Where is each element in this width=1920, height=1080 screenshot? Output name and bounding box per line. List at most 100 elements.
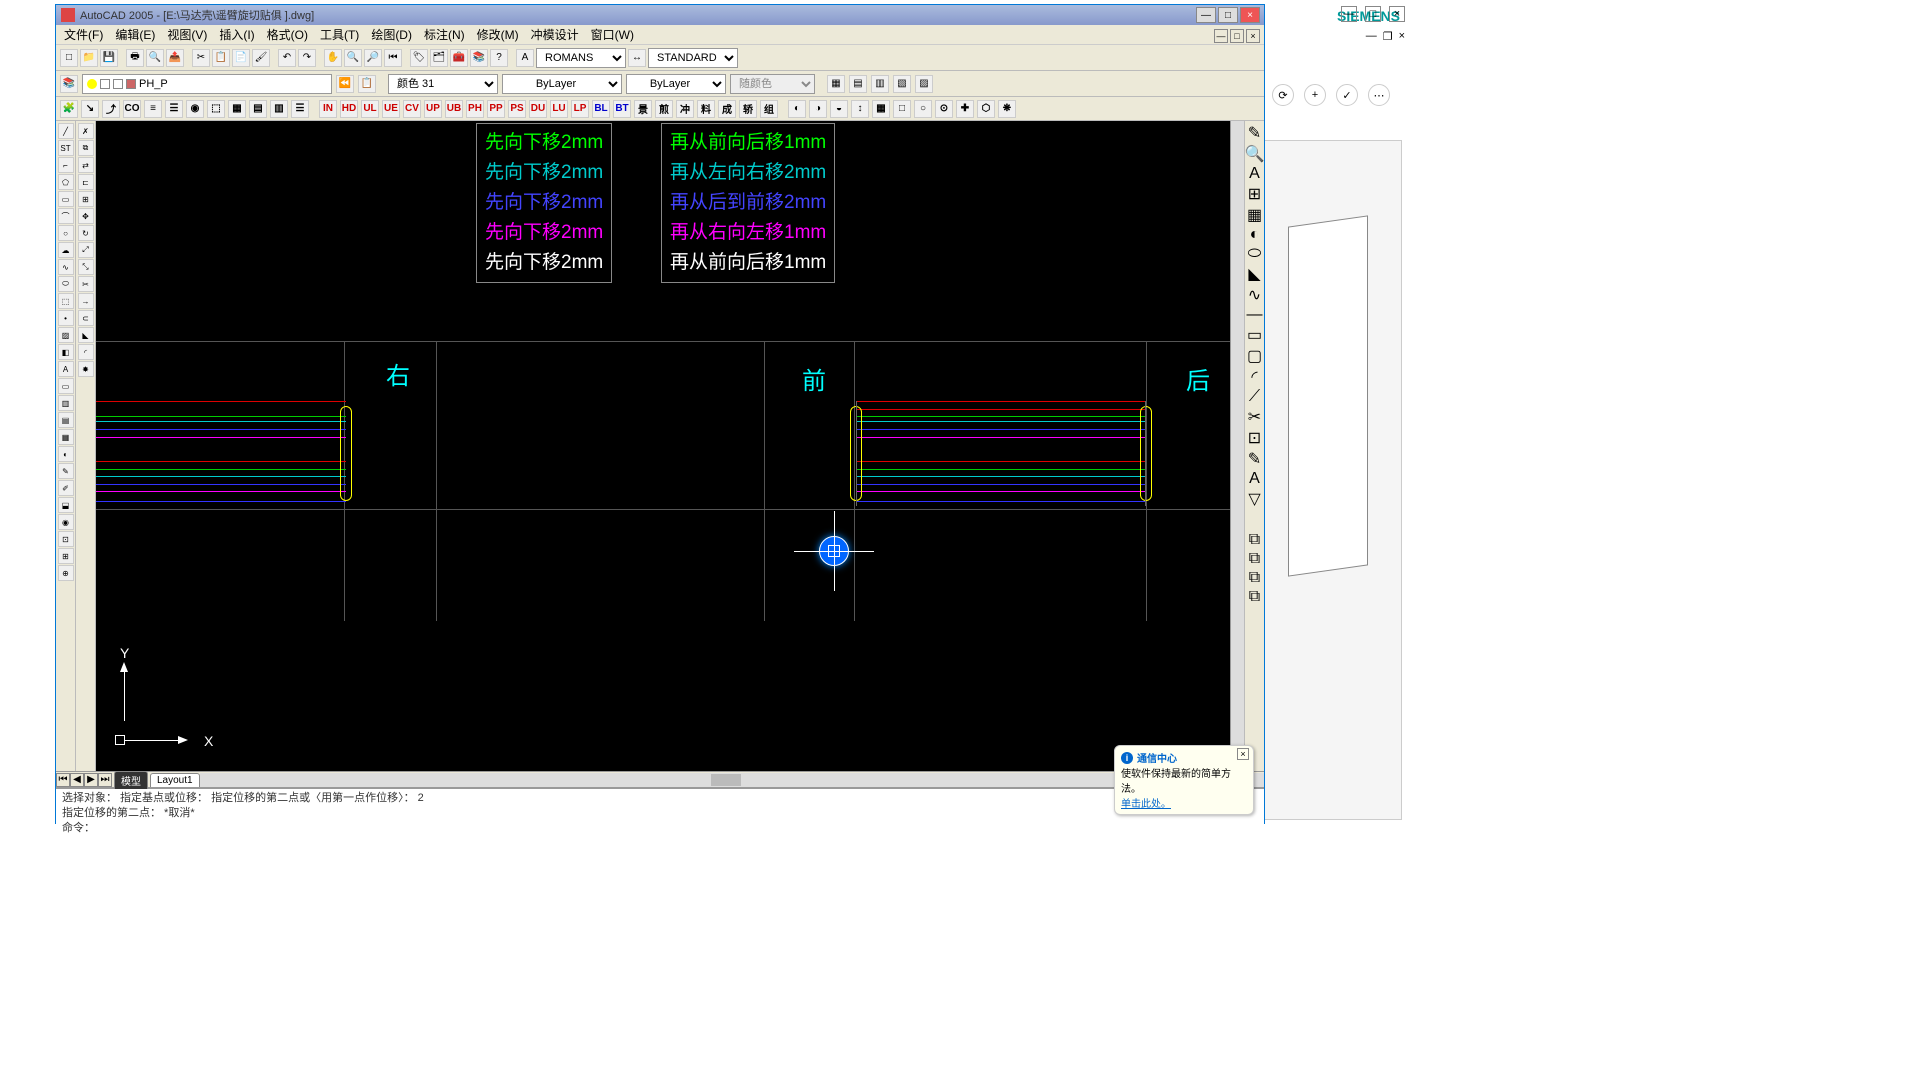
text-button[interactable]: A [58, 361, 74, 377]
tab-model[interactable]: 模型 [114, 771, 148, 789]
rt-7[interactable]: ⬭ [1248, 245, 1262, 263]
ct-lp[interactable]: LP [571, 100, 589, 118]
rt-1[interactable]: ✎ [1248, 123, 1261, 143]
revcloud-button[interactable]: ☁ [58, 242, 74, 258]
s7-button[interactable]: ✐ [58, 480, 74, 496]
ct-m2[interactable]: ◑ [809, 100, 827, 118]
ct-design[interactable]: 🧩 [60, 100, 78, 118]
preview-button[interactable]: 🔍 [146, 49, 164, 67]
ct-m6[interactable]: □ [893, 100, 911, 118]
minimize-icon[interactable]: — [1341, 6, 1357, 22]
ct-up[interactable]: UP [424, 100, 442, 118]
misc-btn3[interactable]: ▥ [871, 75, 889, 93]
s9-button[interactable]: ◉ [58, 514, 74, 530]
rotate-button[interactable]: ↻ [78, 225, 94, 241]
autocad-titlebar[interactable]: AutoCAD 2005 - [E:\马达壳\遥臂旋切贴俱 ].dwg] [56, 5, 1264, 25]
rt-2[interactable]: 🔍 [1245, 144, 1265, 164]
ct-c4[interactable]: 料 [697, 100, 715, 118]
layer-select[interactable]: PH_P [82, 74, 332, 94]
help-button[interactable]: ? [490, 49, 508, 67]
region-button[interactable]: ◧ [58, 344, 74, 360]
ct-arrow[interactable]: ↘ [81, 100, 99, 118]
ct-m4[interactable]: ↕ [851, 100, 869, 118]
break-button[interactable]: ⊂ [78, 310, 94, 326]
drawing-canvas[interactable]: 先向下移2mm 先向下移2mm 先向下移2mm 先向下移2mm 先向下移2mm … [96, 121, 1230, 771]
properties-button[interactable]: 🏷 [410, 49, 428, 67]
ct-m11[interactable]: ❋ [998, 100, 1016, 118]
zoom-rt-button[interactable]: 🔍 [344, 49, 362, 67]
horizontal-scrollbar[interactable] [200, 773, 1264, 787]
lineweight-select[interactable]: ByLayer [626, 74, 726, 94]
menu-dimension[interactable]: 标注(N) [420, 24, 469, 45]
rt-19[interactable]: ▽ [1248, 489, 1260, 509]
ct-pp[interactable]: PP [487, 100, 505, 118]
pan-button[interactable]: ✋ [324, 49, 342, 67]
ct-ul[interactable]: UL [361, 100, 379, 118]
ellipse-button[interactable]: ⬭ [58, 276, 74, 292]
ct-table[interactable]: ▥ [270, 100, 288, 118]
mdi-close-icon[interactable]: × [1246, 29, 1260, 43]
pline-button[interactable]: ⌐ [58, 157, 74, 173]
close-icon[interactable]: × [1389, 6, 1405, 22]
ct-cv[interactable]: CV [403, 100, 421, 118]
layer-manager-button[interactable]: 📚 [60, 75, 78, 93]
copy2-button[interactable]: ⧉ [78, 140, 94, 156]
ct-hd[interactable]: HD [340, 100, 358, 118]
ct-c6[interactable]: 轿 [739, 100, 757, 118]
misc-btn4[interactable]: ▧ [893, 75, 911, 93]
mdi-close-icon[interactable]: × [1399, 30, 1405, 43]
arc-button[interactable]: ⌒ [58, 208, 74, 224]
menu-tools[interactable]: 工具(T) [316, 24, 363, 45]
menu-format[interactable]: 格式(O) [263, 24, 312, 45]
hatch-button[interactable]: ▨ [58, 327, 74, 343]
menu-die[interactable]: 冲模设计 [527, 24, 583, 45]
ct-color[interactable]: ▦ [228, 100, 246, 118]
rt-3[interactable]: A [1249, 165, 1260, 183]
ct-align[interactable]: ≡ [144, 100, 162, 118]
ct-ps[interactable]: PS [508, 100, 526, 118]
dimstyle-select[interactable]: STANDARD [648, 48, 738, 68]
mdi-max-icon[interactable]: □ [1230, 29, 1244, 43]
s5-button[interactable]: ◐ [58, 446, 74, 462]
ct-ue[interactable]: UE [382, 100, 400, 118]
mirror-button[interactable]: ⇄ [78, 157, 94, 173]
rect-button[interactable]: ▭ [58, 191, 74, 207]
cut-button[interactable]: ✂ [192, 49, 210, 67]
ct-in[interactable]: IN [319, 100, 337, 118]
acad-maximize-button[interactable]: □ [1218, 7, 1238, 23]
circle-button[interactable]: ○ [58, 225, 74, 241]
ct-group[interactable]: ⬚ [207, 100, 225, 118]
mdi-restore-icon[interactable]: ❐ [1383, 30, 1393, 43]
ct-co[interactable]: CO [123, 100, 141, 118]
ct-m7[interactable]: ○ [914, 100, 932, 118]
ct-link[interactable]: ⤴ [102, 100, 120, 118]
offset-button[interactable]: ⊏ [78, 174, 94, 190]
tab-prev-button[interactable]: ◀ [70, 773, 84, 787]
s3-button[interactable]: ▤ [58, 412, 74, 428]
print-button[interactable]: 🖶 [126, 49, 144, 67]
vertical-scrollbar[interactable] [1230, 121, 1244, 771]
ct-mark[interactable]: ◉ [186, 100, 204, 118]
textstyle-icon[interactable]: A [516, 49, 534, 67]
ct-list[interactable]: ☰ [165, 100, 183, 118]
ct-m5[interactable]: ▦ [872, 100, 890, 118]
tab-layout1[interactable]: Layout1 [150, 773, 200, 787]
rt-13[interactable]: ◜ [1251, 367, 1257, 387]
s12-button[interactable]: ⊕ [58, 565, 74, 581]
s10-button[interactable]: ⊡ [58, 531, 74, 547]
rt-20[interactable]: ⧉ [1249, 531, 1260, 549]
siemens-tool-icon[interactable]: + [1304, 84, 1326, 106]
ct-c7[interactable]: 组 [760, 100, 778, 118]
zoom-win-button[interactable]: 🔎 [364, 49, 382, 67]
ct-layers[interactable]: ☰ [291, 100, 309, 118]
s11-button[interactable]: ⊞ [58, 548, 74, 564]
ct-m3[interactable]: ◒ [830, 100, 848, 118]
scale-button[interactable]: ⤢ [78, 242, 94, 258]
rt-8[interactable]: ◣ [1248, 264, 1260, 284]
rt-10[interactable]: — [1247, 306, 1263, 324]
rt-6[interactable]: ◐ [1250, 226, 1260, 244]
menu-insert[interactable]: 插入(I) [215, 24, 258, 45]
redo-button[interactable]: ↷ [298, 49, 316, 67]
siemens-check-icon[interactable]: ✓ [1336, 84, 1358, 106]
acad-minimize-button[interactable]: — [1196, 7, 1216, 23]
